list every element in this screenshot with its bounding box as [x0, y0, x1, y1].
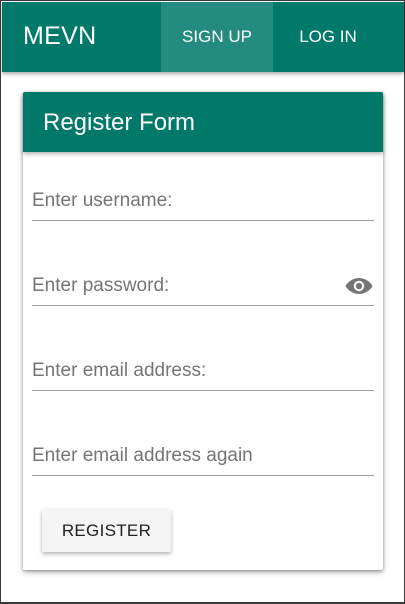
app-window: MEVN SIGN UP LOG IN Register Form Enter … [0, 0, 405, 604]
email-confirm-underline [32, 475, 374, 476]
email-underline [32, 390, 374, 391]
username-underline [32, 220, 374, 221]
app-toolbar: MEVN SIGN UP LOG IN [2, 2, 404, 72]
card-header: Register Form [23, 92, 383, 152]
register-card: Register Form REGISTER [23, 92, 383, 570]
eye-icon[interactable] [344, 275, 374, 297]
register-button[interactable]: REGISTER [42, 509, 171, 552]
email-input[interactable] [32, 351, 374, 391]
email-field [32, 351, 374, 391]
nav-signup-button[interactable]: SIGN UP [161, 2, 273, 72]
password-input[interactable] [32, 266, 332, 306]
password-underline [32, 305, 374, 306]
nav-login-button[interactable]: LOG IN [273, 2, 383, 72]
username-input[interactable] [32, 181, 374, 221]
username-field [32, 181, 374, 221]
password-field [32, 266, 374, 306]
email-confirm-field [32, 436, 374, 476]
form-title: Register Form [43, 109, 196, 136]
email-confirm-input[interactable] [32, 436, 374, 476]
app-title: MEVN [23, 22, 97, 50]
